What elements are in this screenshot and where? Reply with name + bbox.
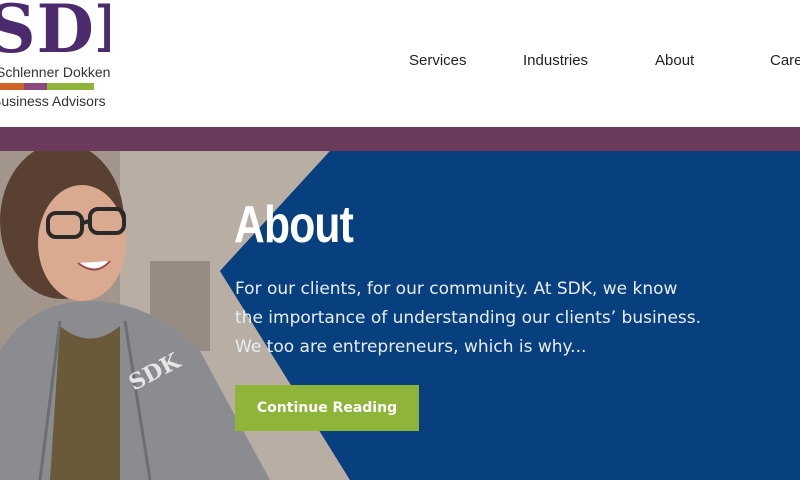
- main-nav: Services Industries About Careers: [0, 52, 800, 72]
- person-face: [38, 185, 126, 301]
- logo-stripes: [0, 83, 94, 90]
- glasses-bridge: [81, 219, 91, 225]
- site-header: SDK Schlenner Dokken Kanter Business Adv…: [0, 0, 800, 127]
- logo-stripe: [70, 83, 94, 90]
- hero-title: About: [234, 196, 354, 254]
- nav-link-careers[interactable]: Careers: [770, 52, 800, 69]
- hero-description: For our clients, for our community. At S…: [235, 279, 702, 357]
- logo-stripe: [47, 83, 71, 90]
- logo-tagline: Business Advisors: [0, 93, 106, 109]
- purple-divider-band: [0, 127, 800, 151]
- logo-stripe: [23, 83, 47, 90]
- nav-link-about[interactable]: About: [655, 52, 694, 69]
- person-blouse: [50, 326, 120, 480]
- logo-stripe: [0, 83, 24, 90]
- nav-link-industries[interactable]: Industries: [523, 52, 588, 69]
- continue-reading-button[interactable]: Continue Reading: [235, 385, 419, 431]
- about-hero: SDK About For our clients, for our commu…: [0, 151, 800, 480]
- nav-link-services[interactable]: Services: [409, 52, 467, 69]
